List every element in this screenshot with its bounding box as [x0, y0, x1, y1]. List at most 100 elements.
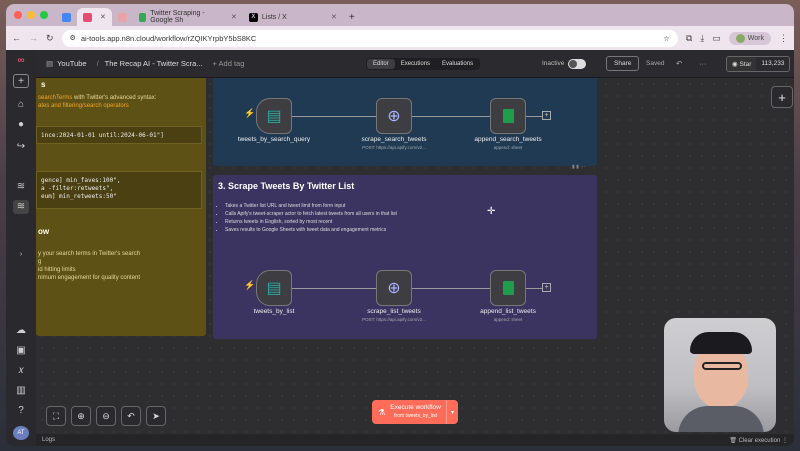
google-sheets-icon: [502, 281, 514, 295]
browser-window: ✕ Twitter Scraping - Google Sh ✕ X Lists /…: [6, 4, 794, 446]
tab-n8n[interactable]: ✕: [77, 8, 112, 26]
form-icon: ▤: [266, 280, 282, 297]
tab-google-sheets[interactable]: Twitter Scraping - Google Sh ✕: [133, 8, 243, 26]
zoom-out-button[interactable]: ⊖: [96, 406, 116, 426]
url-text: ai-tools.app.n8n.cloud/workflow/rZQIKYrp…: [80, 33, 257, 43]
minimize-window-button[interactable]: [27, 11, 35, 19]
trigger-bolt-icon: ⚡: [244, 280, 256, 290]
fit-view-button[interactable]: ⛶: [46, 406, 66, 426]
tab-executions[interactable]: Executions: [395, 59, 436, 69]
sticky-heading-2: ow: [38, 227, 50, 236]
list-item: y your search terms in Twitter's search: [38, 251, 141, 257]
tab-evaluations[interactable]: Evaluations: [436, 59, 479, 69]
mouse-cursor-icon: ✛: [487, 206, 496, 217]
tidy-up-button[interactable]: ➤: [146, 406, 166, 426]
node-subtitle: append: sheet: [493, 145, 523, 150]
presenter-cap: [690, 332, 752, 354]
presenter-glasses: [702, 362, 742, 370]
user-icon[interactable]: ●: [13, 118, 29, 132]
n8n-logo-icon[interactable]: ∞: [13, 54, 29, 68]
sticky-heading: s: [41, 80, 46, 89]
zoom-in-button[interactable]: ⊕: [71, 406, 91, 426]
history-icon[interactable]: ↶: [676, 59, 682, 68]
active-toggle[interactable]: [568, 58, 586, 69]
logs-label[interactable]: Logs: [42, 437, 55, 443]
list-item: nimum engagement for quality content: [38, 275, 141, 281]
tab-3[interactable]: [112, 8, 133, 26]
form-icon: ▤: [266, 108, 282, 125]
avatar: [735, 33, 745, 43]
reload-icon[interactable]: ↻: [46, 33, 54, 44]
more-icon[interactable]: ⋮: [782, 438, 788, 444]
execute-dropdown-icon[interactable]: ▾: [445, 400, 458, 424]
node-append-search-tweets[interactable]: [490, 98, 526, 134]
sticky-note-search-syntax[interactable]: s searchTerms with Twitter's advanced sy…: [36, 78, 206, 336]
star-label: Star: [739, 61, 752, 68]
new-tab-button[interactable]: +: [343, 8, 361, 26]
add-node-button[interactable]: +: [542, 283, 551, 292]
undo-icon: ↶: [127, 410, 135, 421]
tab-x-lists[interactable]: X Lists / X ✕: [243, 8, 343, 26]
close-window-button[interactable]: [14, 11, 22, 19]
clear-execution-button[interactable]: Clear execution: [739, 438, 781, 444]
node-tweets-by-search-query[interactable]: ▤: [256, 98, 292, 134]
forward-icon[interactable]: →: [29, 33, 38, 43]
extensions-icon[interactable]: ⧉: [686, 33, 692, 44]
node-label: tweets_by_list: [253, 308, 295, 315]
close-tab-icon[interactable]: ✕: [231, 13, 237, 21]
node-label: scrape_list_tweets: [367, 308, 421, 315]
insights-icon[interactable]: ▥: [13, 384, 29, 398]
node-tweets-by-list[interactable]: ▤: [256, 270, 292, 306]
view-tabs: Editor Executions Evaluations: [366, 58, 481, 70]
menu-icon[interactable]: ⋮: [779, 33, 788, 44]
home-icon[interactable]: ⌂: [13, 98, 29, 112]
site-info-icon[interactable]: ⚙: [70, 34, 76, 42]
connection-line: [292, 288, 376, 289]
node-scrape-list-tweets[interactable]: ⊕: [376, 270, 412, 306]
open-nodes-panel-button[interactable]: +: [771, 86, 793, 108]
sidepanel-icon[interactable]: ▭: [712, 33, 721, 44]
templates-icon[interactable]: ▣: [13, 344, 29, 358]
close-tab-icon[interactable]: ✕: [331, 13, 337, 21]
workflow-header: ▤ YouTube / The Recap AI - Twitter Scra.…: [36, 50, 794, 78]
sticky-actions-icons[interactable]: ▮ ▮ ···: [572, 164, 585, 170]
add-icon[interactable]: +: [13, 74, 29, 88]
reset-zoom-button[interactable]: ↶: [121, 406, 141, 426]
flask-icon: ⚗: [378, 407, 386, 417]
user-avatar[interactable]: AT: [13, 426, 29, 440]
share-button[interactable]: Share: [606, 56, 640, 71]
add-node-button[interactable]: +: [542, 111, 551, 120]
collapse-sidebar-icon[interactable]: ›: [13, 248, 29, 262]
workflow-canvas[interactable]: s searchTerms with Twitter's advanced sy…: [36, 78, 794, 434]
workflow-title[interactable]: The Recap AI - Twitter Scra...: [105, 59, 203, 68]
folder-icon: ▤: [46, 59, 54, 68]
node-append-list-tweets[interactable]: [490, 270, 526, 306]
project-breadcrumb[interactable]: YouTube: [57, 59, 86, 68]
variables-icon[interactable]: 𝑥: [13, 364, 29, 378]
code-line: a -filter:retweets",: [41, 185, 114, 192]
github-star-button[interactable]: ◉ Star 113,233: [726, 56, 791, 72]
tab-1[interactable]: [56, 8, 77, 26]
node-scrape-search-tweets[interactable]: ⊕: [376, 98, 412, 134]
execute-label: Execute workflow: [390, 404, 441, 411]
add-tag-button[interactable]: + Add tag: [213, 59, 245, 68]
tab-editor[interactable]: Editor: [367, 59, 395, 69]
close-tab-icon[interactable]: ✕: [100, 13, 106, 21]
back-icon[interactable]: ←: [12, 33, 21, 43]
tab-bar: ✕ Twitter Scraping - Google Sh ✕ X Lists /…: [6, 4, 794, 26]
logs-bar[interactable]: Logs 🗑 Clear execution ⋮: [36, 434, 794, 446]
code-line: gence] min_faves:100",: [41, 177, 121, 184]
bookmark-star-icon[interactable]: ☆: [663, 34, 670, 43]
more-options-button[interactable]: ···: [699, 59, 707, 68]
maximize-window-button[interactable]: [40, 11, 48, 19]
help-icon[interactable]: ?: [13, 404, 29, 418]
saved-status: Saved: [646, 60, 665, 67]
layers-icon[interactable]: ≋: [13, 180, 29, 194]
workflows-icon[interactable]: ≋: [13, 200, 29, 214]
download-icon[interactable]: ⤓: [700, 33, 704, 44]
cloud-icon[interactable]: ☁: [13, 324, 29, 338]
profile-button[interactable]: Work: [728, 31, 771, 45]
execute-workflow-button[interactable]: ⚗ Execute workflow from tweets_by_list ▾: [372, 400, 458, 424]
share-icon[interactable]: ↪: [13, 140, 29, 154]
url-field[interactable]: ⚙ ai-tools.app.n8n.cloud/workflow/rZQIKY…: [61, 29, 678, 47]
